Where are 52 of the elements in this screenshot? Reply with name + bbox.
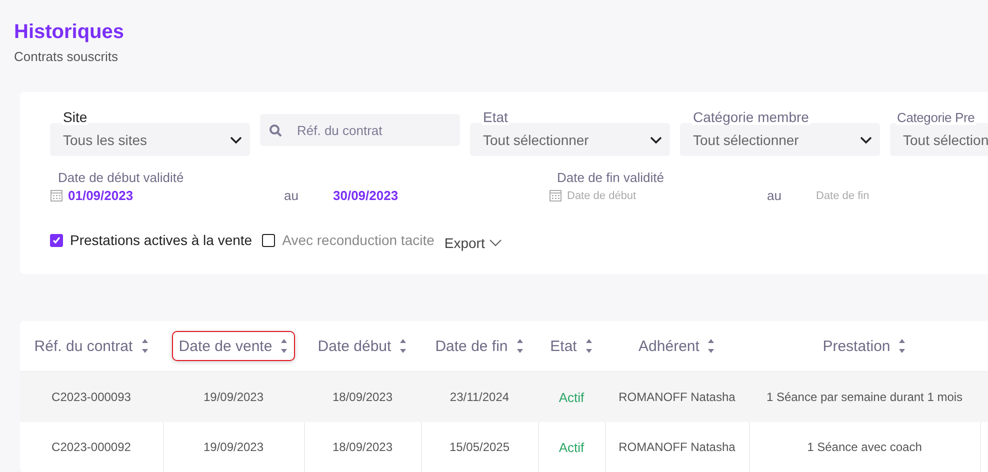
- table-cell: 23/11/2024: [450, 390, 510, 404]
- table-cell: 1 Séance par semaine durant 1 mois: [766, 390, 963, 404]
- field-label: Etat: [482, 110, 509, 125]
- checkbox[interactable]: [262, 234, 276, 246]
- page-title: Historiques: [14, 20, 126, 44]
- table-cell: 19/09/2023: [203, 440, 264, 454]
- chevron-down-icon: [488, 239, 502, 247]
- start-date-field[interactable]: Date de début: [562, 190, 767, 202]
- table-cell: C2023-000092: [52, 440, 131, 454]
- table-cell: 18/09/2023: [332, 390, 393, 404]
- search-box[interactable]: Réf. du contrat: [260, 114, 460, 146]
- table-cell: 1 Séance avec coach: [807, 440, 922, 454]
- table-cell: 15/05/2025: [449, 440, 510, 454]
- chevron-down-icon: [650, 136, 662, 144]
- column-header[interactable]: Date de fin: [428, 331, 531, 361]
- range-separator: au: [767, 188, 782, 203]
- table-cell: 18/09/2023: [332, 440, 393, 454]
- column-header[interactable]: Etat: [543, 331, 600, 361]
- column-header[interactable]: Réf. du contrat: [27, 331, 156, 361]
- start-date-field[interactable]: 01/09/2023: [63, 188, 284, 203]
- date-range-label: Date de fin validité: [557, 170, 665, 185]
- calendar-icon: [549, 189, 562, 202]
- column-header[interactable]: Prestation: [816, 331, 914, 361]
- table-cell: ROMANOFF Natasha: [618, 440, 736, 454]
- column-header[interactable]: Date de vente: [172, 331, 296, 361]
- table-cell: ROMANOFF Natasha: [618, 390, 736, 404]
- search-field[interactable]: Réf. du contrat: [295, 122, 449, 138]
- calendar-icon: [50, 189, 63, 202]
- table-cell: Actif: [558, 440, 584, 454]
- checkmark-icon: [52, 236, 61, 244]
- table-cell: Actif: [558, 390, 584, 404]
- checkbox-label: Avec reconduction tacite: [282, 232, 434, 248]
- range-separator: au: [284, 188, 300, 203]
- checkbox-label: Prestations actives à la vente: [70, 232, 252, 248]
- end-date-field[interactable]: 30/09/2023: [328, 188, 549, 203]
- chevron-down-icon: [860, 136, 872, 144]
- date-range-label: Date de début validité: [58, 170, 185, 185]
- chevron-down-icon: [230, 136, 242, 144]
- table-cell: C2023-000093: [52, 390, 131, 404]
- dropdown[interactable]: Tous les sites: [50, 123, 250, 156]
- export-button[interactable]: Export: [444, 235, 502, 251]
- end-date-field[interactable]: Date de fin: [811, 190, 988, 202]
- table-cell: 19/09/2023: [203, 390, 264, 404]
- page-subtitle: Contrats souscrits: [14, 49, 120, 64]
- field-label: Site: [62, 110, 88, 125]
- field-label: Catégorie membre: [692, 110, 810, 125]
- field-label: Categorie Pre: [896, 110, 976, 125]
- checkbox[interactable]: [50, 234, 63, 246]
- search-icon: [269, 124, 282, 136]
- column-header[interactable]: Adhérent: [632, 331, 722, 361]
- dropdown[interactable]: Tout sélectionner: [470, 123, 670, 156]
- column-header[interactable]: Date début: [310, 331, 414, 361]
